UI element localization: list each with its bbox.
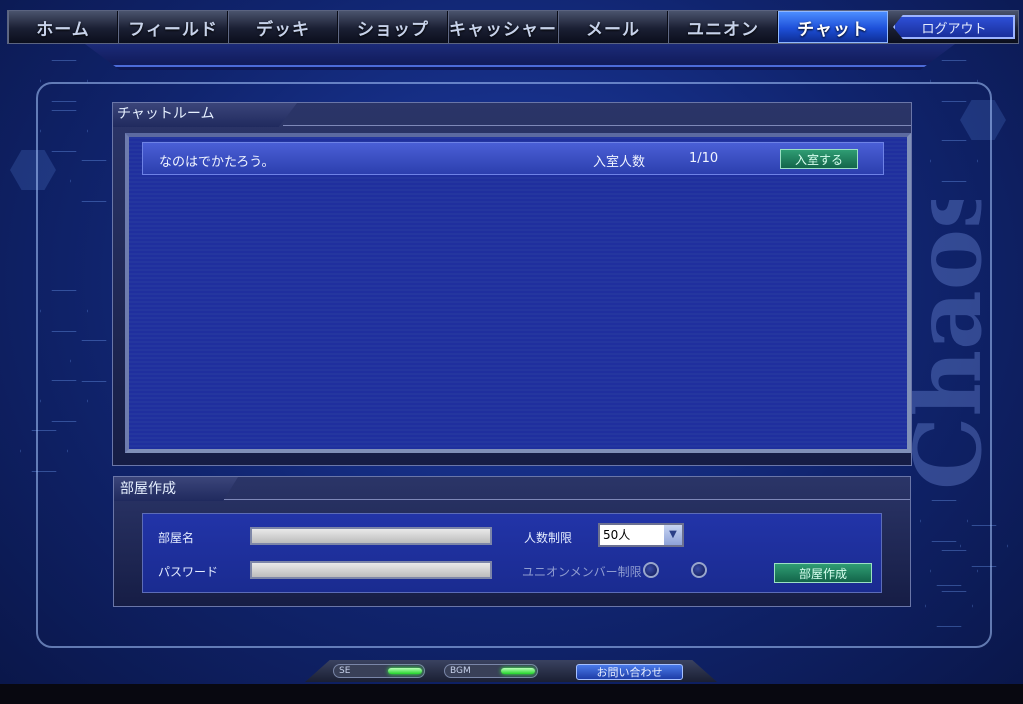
top-band [85,44,955,70]
tab-union[interactable]: ユニオン [668,11,778,43]
tab-cashier[interactable]: キャッシャー [448,11,558,43]
chevron-down-icon[interactable]: ▼ [664,525,682,545]
se-label: SE [339,666,351,676]
bottom-strip [0,684,1023,704]
limit-select-value: 50人 [603,528,631,542]
tab-chat[interactable]: チャット [778,11,888,43]
create-room-button[interactable]: 部屋作成 [774,563,872,583]
union-limit-radio-2[interactable] [691,562,707,578]
header-divider [224,499,910,500]
room-row[interactable]: なのはでかたろう。 入室人数 1/10 入室する [142,142,884,175]
create-room-panel: 部屋作成 部屋名 パスワード 人数制限 50人 ▼ ユニオンメンバー制限 部屋作… [113,476,911,607]
password-input[interactable] [250,561,492,579]
tab-deck[interactable]: デッキ [228,11,338,43]
game-screen: Chaos ホーム フィールド デッキ ショップ キャッシャー メール ユニオン… [0,0,1023,704]
room-name: なのはでかたろう。 [159,155,275,170]
chat-room-panel: チャットルーム なのはでかたろう。 入室人数 1/10 入室する [112,102,912,466]
tab-field[interactable]: フィールド [118,11,228,43]
se-toggle[interactable]: SE [333,664,425,678]
enter-room-button[interactable]: 入室する [780,149,858,169]
bgm-toggle[interactable]: BGM [444,664,538,678]
union-limit-label: ユニオンメンバー制限 [522,565,642,579]
header-divider [283,125,911,126]
tab-mail[interactable]: メール [558,11,668,43]
create-room-form [142,513,882,593]
se-led-icon [388,668,422,674]
bgm-label: BGM [450,666,471,676]
create-room-title: 部屋作成 [114,477,238,501]
chat-room-title: チャットルーム [113,103,297,127]
contact-button[interactable]: お問い合わせ [576,664,683,680]
tab-shop[interactable]: ショップ [338,11,448,43]
room-count-label: 入室人数 [593,155,646,170]
limit-select[interactable]: 50人 ▼ [598,523,684,547]
room-list: なのはでかたろう。 入室人数 1/10 入室する [125,133,911,453]
password-label: パスワード [158,565,219,579]
limit-label: 人数制限 [524,531,573,545]
room-name-label: 部屋名 [158,531,195,545]
room-count: 1/10 [689,151,719,166]
tab-home[interactable]: ホーム [8,11,118,43]
bgm-led-icon [501,668,535,674]
room-name-input[interactable] [250,527,492,545]
main-nav: ホーム フィールド デッキ ショップ キャッシャー メール ユニオン チャット [7,10,1019,44]
union-limit-radio-1[interactable] [643,562,659,578]
logout-button[interactable]: ログアウト [893,15,1015,39]
